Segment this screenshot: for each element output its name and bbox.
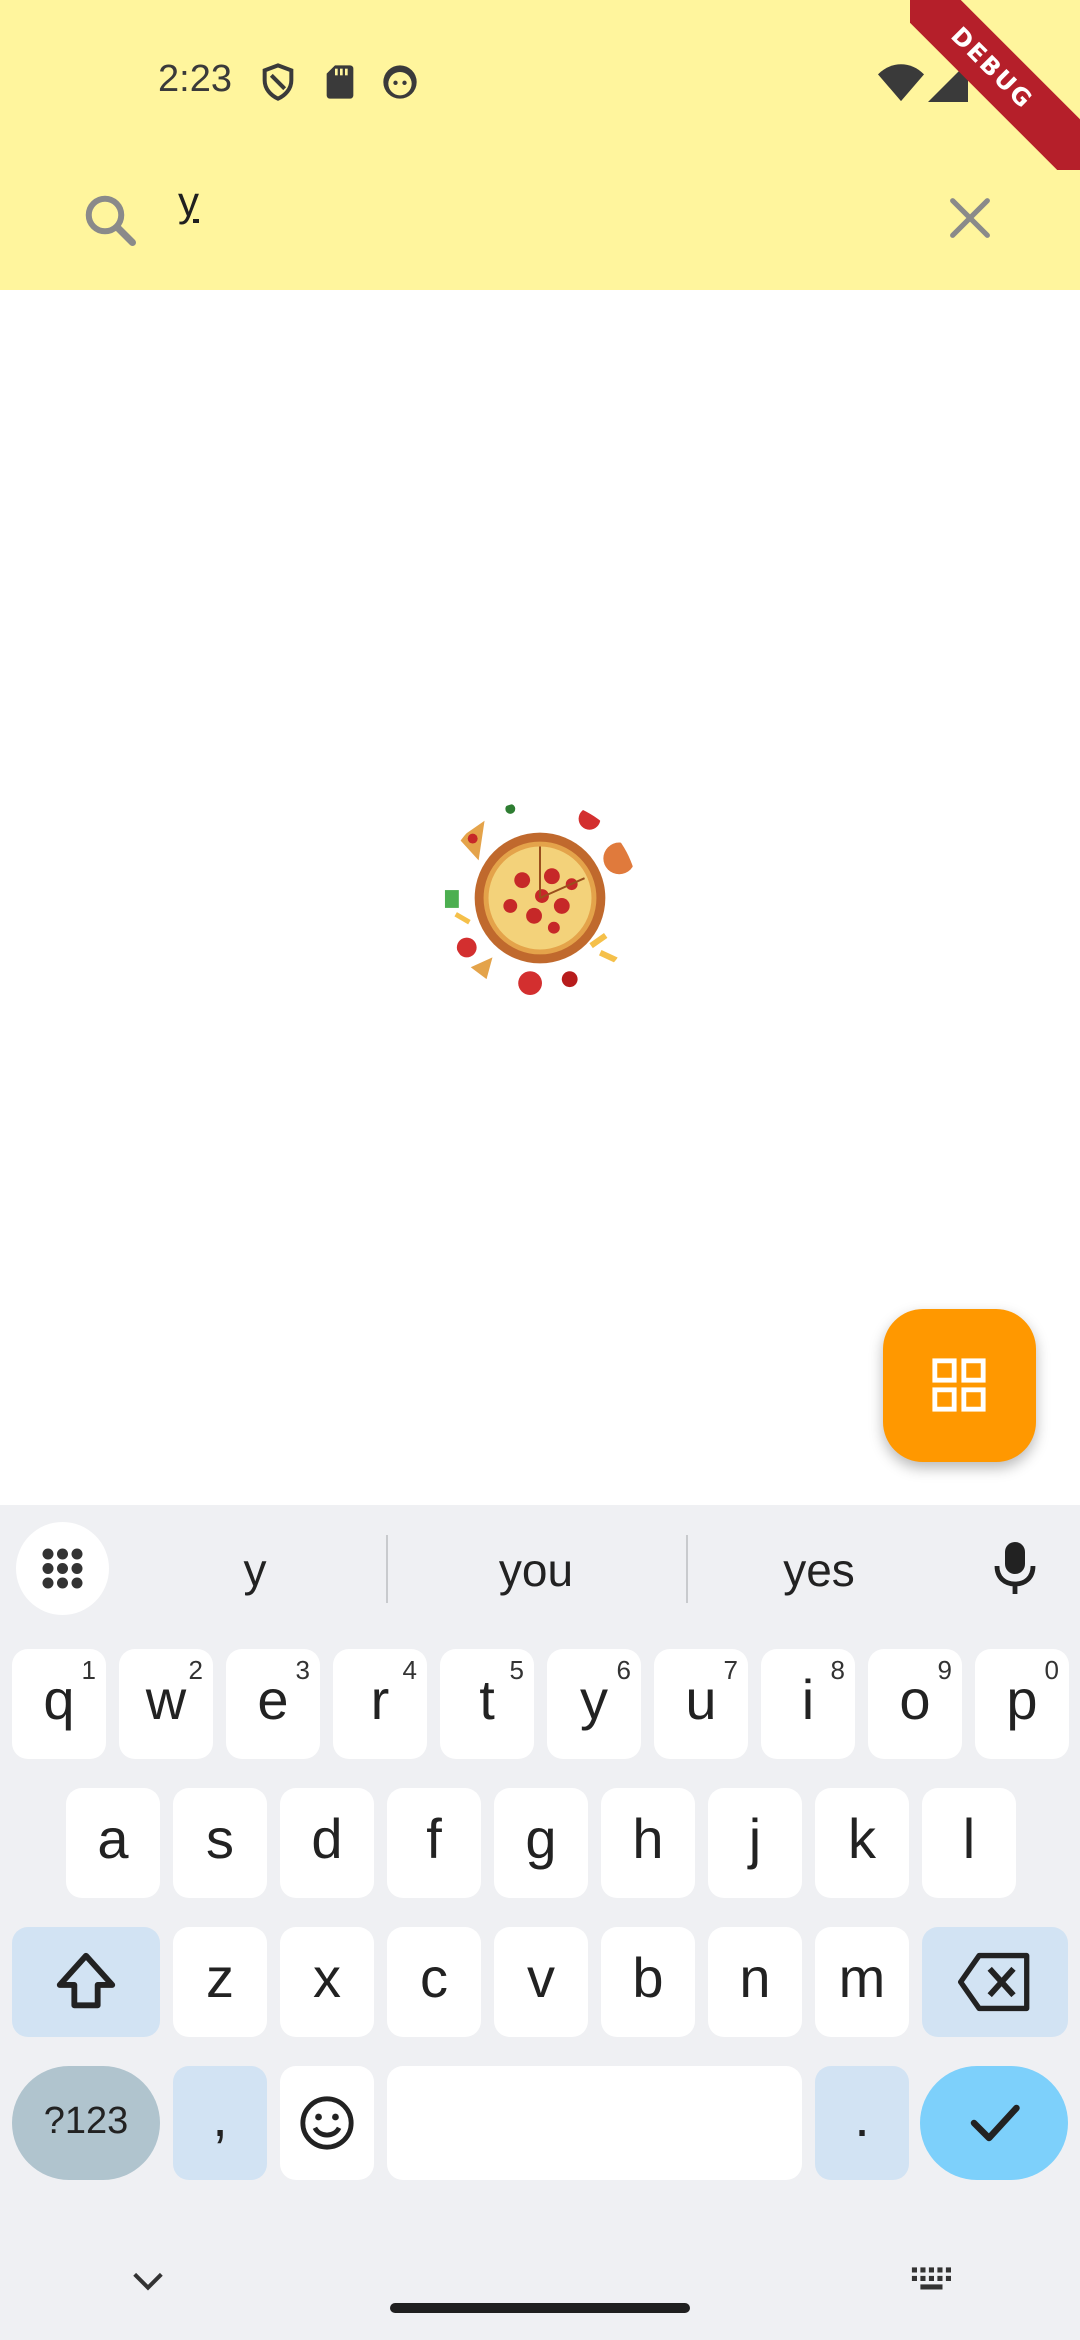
debug-label: DEBUG [910,0,1080,170]
key-d[interactable]: d [280,1788,374,1898]
key-a[interactable]: a [66,1788,160,1898]
sd-card-icon [326,65,354,99]
key-k[interactable]: k [815,1788,909,1898]
key-c[interactable]: c [387,1927,481,2037]
chevron-down-icon[interactable] [128,2266,168,2296]
key-s[interactable]: s [173,1788,267,1898]
key-z[interactable]: z [173,1927,267,2037]
key-f[interactable]: f [387,1788,481,1898]
shield-icon [262,63,294,101]
key-e[interactable]: e3 [226,1649,320,1759]
backspace-key[interactable] [922,1927,1068,2037]
grid-view-button[interactable] [883,1309,1036,1462]
key-n[interactable]: n [708,1927,802,2037]
search-input[interactable]: y [178,178,199,226]
microphone-icon[interactable] [990,1540,1040,1596]
key-v[interactable]: v [494,1927,588,2037]
symbols-key[interactable]: ?123 [12,2066,160,2180]
space-key[interactable] [387,2066,802,2180]
gesture-handle[interactable] [390,2303,690,2313]
key-j[interactable]: j [708,1788,802,1898]
keyboard-icon[interactable] [910,2264,958,2298]
close-icon[interactable] [944,192,996,244]
search-bar: y [0,170,1080,290]
nav-bar [0,2220,1080,2340]
key-h[interactable]: h [601,1788,695,1898]
suggestion-2[interactable]: you [436,1543,636,1597]
comma-key[interactable]: , [173,2066,267,2180]
search-icon [85,195,136,246]
period-key[interactable]: . [815,2066,909,2180]
keyboard: y you yes q1 w2 e3 r4 t5 y6 u7 i8 o9 p0 … [0,1505,1080,2340]
enter-key[interactable] [920,2066,1068,2180]
key-u[interactable]: u7 [654,1649,748,1759]
status-time: 2:23 [158,58,232,100]
key-q[interactable]: q1 [12,1649,106,1759]
suggestion-bar: y you yes [0,1505,1080,1635]
key-o[interactable]: o9 [868,1649,962,1759]
emoji-key[interactable] [280,2066,374,2180]
shift-icon [56,1952,116,2009]
key-g[interactable]: g [494,1788,588,1898]
key-b[interactable]: b [601,1927,695,2037]
face-icon [383,65,417,99]
checkmark-icon [970,2104,1020,2142]
key-w[interactable]: w2 [119,1649,213,1759]
key-m[interactable]: m [815,1927,909,2037]
suggestion-3[interactable]: yes [719,1543,919,1597]
key-l[interactable]: l [922,1788,1016,1898]
key-p[interactable]: p0 [975,1649,1069,1759]
key-t[interactable]: t5 [440,1649,534,1759]
debug-banner: DEBUG [910,0,1080,170]
suggestion-1[interactable]: y [155,1543,355,1597]
suggestion-divider [386,1535,388,1603]
app-bar: 2:23 DEBUG y [0,0,1080,290]
backspace-icon [958,1952,1030,2012]
grid-view-icon [932,1358,986,1412]
emoji-icon [300,2096,354,2150]
key-i[interactable]: i8 [761,1649,855,1759]
keyboard-menu-button[interactable] [16,1522,109,1615]
shift-key[interactable] [12,1927,160,2037]
pizza-image [441,799,639,997]
apps-grid-icon [42,1548,83,1589]
key-x[interactable]: x [280,1927,374,2037]
suggestion-divider [686,1535,688,1603]
key-y[interactable]: y6 [547,1649,641,1759]
key-r[interactable]: r4 [333,1649,427,1759]
